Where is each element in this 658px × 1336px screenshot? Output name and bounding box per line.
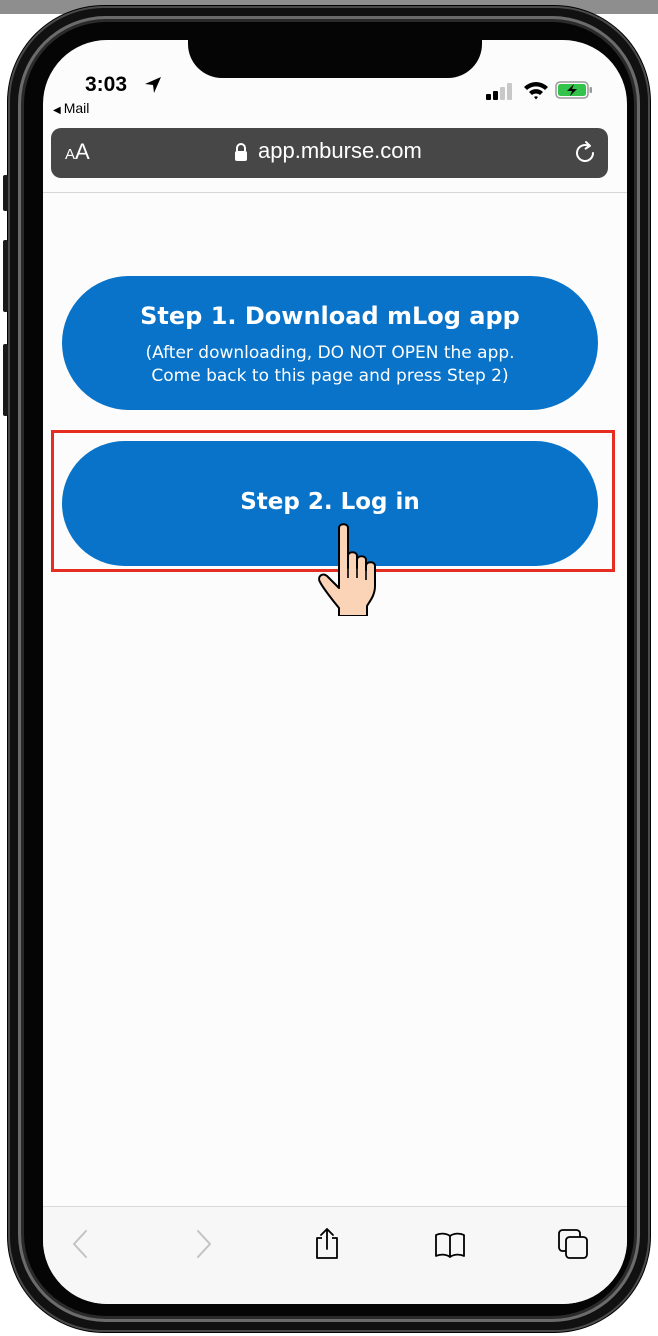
back-icon[interactable] <box>65 1227 99 1261</box>
lock-icon <box>235 143 247 161</box>
back-to-mail-link[interactable]: ◀ Mail <box>53 100 89 116</box>
reload-icon[interactable] <box>572 140 598 166</box>
step1-subtitle-line1: (After downloading, DO NOT OPEN the app. <box>145 343 515 363</box>
tabs-icon[interactable] <box>556 1227 590 1261</box>
back-to-mail-label: Mail <box>63 100 90 116</box>
volume-down-button <box>3 344 8 416</box>
step1-download-button[interactable]: Step 1. Download mLog app (After downloa… <box>62 276 598 410</box>
text-size-small-a: A <box>65 146 76 163</box>
phone-screen: 3:03 ◀ Mail AA app.mburse.com Step 1. Do… <box>43 40 627 1304</box>
notch <box>188 40 482 78</box>
step1-subtitle-line2: Come back to this page and press Step 2) <box>151 366 509 386</box>
text-size-button[interactable]: AA <box>65 139 90 165</box>
address-bar[interactable]: AA app.mburse.com <box>51 128 608 178</box>
mute-switch <box>3 175 8 211</box>
step1-subtitle: (After downloading, DO NOT OPEN the app.… <box>62 342 598 388</box>
status-time: 3:03 <box>85 73 128 96</box>
pointing-hand-icon <box>318 523 376 616</box>
text-size-large-a: A <box>75 139 90 164</box>
back-triangle-icon: ◀ <box>53 105 61 116</box>
volume-up-button <box>3 240 8 312</box>
bottom-toolbar <box>43 1206 627 1304</box>
url-text[interactable]: app.mburse.com <box>258 138 422 164</box>
step2-title: Step 2. Log in <box>240 489 420 515</box>
screenshot-canvas: 3:03 ◀ Mail AA app.mburse.com Step 1. Do… <box>0 0 658 1336</box>
bookmarks-icon[interactable] <box>433 1227 467 1261</box>
cellular-signal-icon <box>486 83 512 100</box>
forward-icon[interactable] <box>185 1227 219 1261</box>
location-arrow-icon <box>145 77 161 93</box>
step1-title: Step 1. Download mLog app <box>140 302 520 330</box>
share-icon[interactable] <box>310 1227 344 1261</box>
battery-charging-icon <box>555 81 592 99</box>
wifi-icon <box>524 82 548 100</box>
